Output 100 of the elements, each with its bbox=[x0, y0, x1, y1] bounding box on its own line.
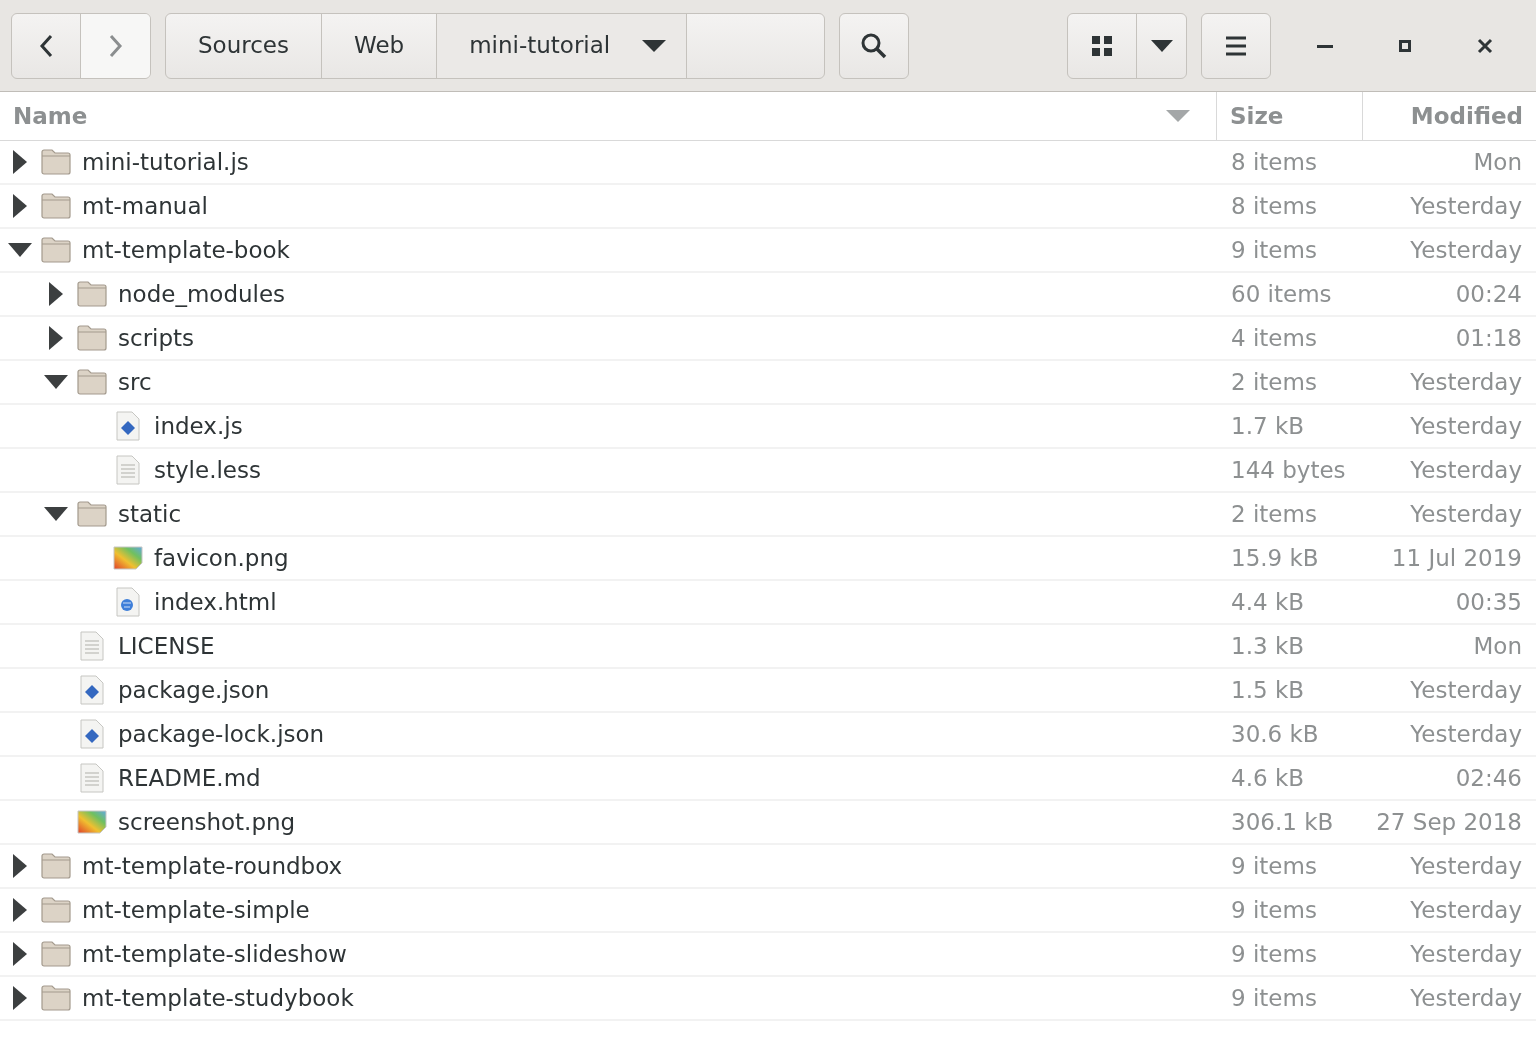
file-name: favicon.png bbox=[154, 543, 289, 573]
script-file-icon bbox=[80, 675, 104, 705]
file-size: 60 items bbox=[1231, 280, 1332, 307]
file-size: 1.7 kB bbox=[1231, 412, 1304, 439]
file-name: mt-template-slideshow bbox=[82, 939, 347, 969]
file-name: LICENSE bbox=[118, 631, 215, 661]
folder-icon bbox=[41, 149, 71, 175]
folder-icon bbox=[41, 897, 71, 923]
expander-icon[interactable] bbox=[13, 898, 27, 922]
expander-icon[interactable] bbox=[44, 375, 68, 389]
file-name: mt-template-studybook bbox=[82, 983, 354, 1013]
file-name: index.js bbox=[154, 411, 243, 441]
file-size: 9 items bbox=[1231, 896, 1317, 923]
grid-icon bbox=[1092, 35, 1112, 56]
folder-icon bbox=[77, 325, 107, 351]
file-name: screenshot.png bbox=[118, 807, 296, 837]
modified-date: Mon bbox=[1473, 148, 1522, 175]
file-name: package-lock.json bbox=[118, 719, 325, 749]
menu-button[interactable] bbox=[1201, 12, 1271, 79]
expander-icon[interactable] bbox=[44, 507, 68, 521]
file-name: node_modules bbox=[118, 279, 286, 309]
script-file-icon bbox=[80, 719, 104, 749]
file-size: 2 items bbox=[1231, 368, 1317, 395]
folder-icon bbox=[41, 237, 71, 263]
file-size: 8 items bbox=[1231, 192, 1317, 219]
file-name: src bbox=[118, 367, 152, 397]
modified-date: Yesterday bbox=[1410, 720, 1522, 747]
file-size: 30.6 kB bbox=[1231, 720, 1319, 747]
file-size: 9 items bbox=[1231, 852, 1317, 879]
file-name: index.html bbox=[154, 587, 277, 617]
expander-icon[interactable] bbox=[13, 854, 27, 878]
text-file-icon bbox=[80, 631, 104, 661]
file-name: package.json bbox=[118, 675, 270, 705]
modified-date: 00:24 bbox=[1455, 280, 1522, 307]
file-name: mt-manual bbox=[82, 191, 208, 221]
text-file-icon bbox=[80, 763, 104, 793]
file-name: style.less bbox=[154, 455, 261, 485]
modified-date: 02:46 bbox=[1455, 764, 1522, 791]
expander-icon[interactable] bbox=[8, 243, 32, 257]
expander-icon[interactable] bbox=[13, 194, 27, 218]
expander-icon[interactable] bbox=[49, 326, 63, 350]
modified-date: Yesterday bbox=[1410, 896, 1522, 923]
folder-icon bbox=[41, 193, 71, 219]
modified-date: 11 Jul 2019 bbox=[1391, 544, 1522, 571]
expander-icon[interactable] bbox=[13, 942, 27, 966]
menu-icon bbox=[1226, 35, 1246, 56]
file-size: 1.3 kB bbox=[1231, 632, 1304, 659]
file-size: 9 items bbox=[1231, 940, 1317, 967]
close-icon bbox=[1477, 37, 1493, 54]
modified-date: Yesterday bbox=[1410, 412, 1522, 439]
modified-date: Yesterday bbox=[1410, 500, 1522, 527]
modified-date: 27 Sep 2018 bbox=[1376, 808, 1522, 835]
file-size: 306.1 kB bbox=[1231, 808, 1334, 835]
folder-icon bbox=[77, 369, 107, 395]
image-file-icon bbox=[77, 810, 107, 834]
folder-icon bbox=[41, 985, 71, 1011]
file-size: 4.6 kB bbox=[1231, 764, 1304, 791]
forward-icon bbox=[108, 33, 123, 58]
image-file-icon bbox=[113, 546, 143, 570]
file-size: 4 items bbox=[1231, 324, 1317, 351]
modified-date: Yesterday bbox=[1410, 456, 1522, 483]
path-button[interactable]: mini-tutorial bbox=[437, 13, 688, 78]
path-button[interactable]: Sources bbox=[166, 13, 322, 78]
file-name: mini-tutorial.js bbox=[82, 147, 249, 177]
search-icon bbox=[860, 31, 888, 60]
caret-icon bbox=[642, 39, 667, 52]
file-size: 15.9 kB bbox=[1231, 544, 1319, 571]
modified-date: Mon bbox=[1473, 632, 1522, 659]
modified-date: Yesterday bbox=[1410, 192, 1522, 219]
modified-date: 01:18 bbox=[1455, 324, 1522, 351]
file-name: mt-template-roundbox bbox=[82, 851, 343, 881]
text-file-icon bbox=[116, 455, 140, 485]
minimize-icon bbox=[1317, 43, 1333, 48]
file-name: mt-template-simple bbox=[82, 895, 310, 925]
folder-icon bbox=[77, 281, 107, 307]
expander-icon[interactable] bbox=[49, 282, 63, 306]
script-file-icon bbox=[116, 411, 140, 441]
maximize-icon bbox=[1399, 39, 1411, 52]
modified-date: Yesterday bbox=[1410, 940, 1522, 967]
file-size: 1.5 kB bbox=[1231, 676, 1304, 703]
file-size: 9 items bbox=[1231, 984, 1317, 1011]
file-size: 8 items bbox=[1231, 148, 1317, 175]
modified-date: Yesterday bbox=[1410, 368, 1522, 395]
expander-icon[interactable] bbox=[13, 986, 27, 1010]
folder-icon bbox=[77, 501, 107, 527]
file-size: 144 bytes bbox=[1231, 456, 1346, 483]
expander-icon[interactable] bbox=[13, 150, 27, 174]
modified-date: Yesterday bbox=[1410, 676, 1522, 703]
file-name: README.md bbox=[118, 763, 261, 793]
file-size: 4.4 kB bbox=[1231, 588, 1304, 615]
back-icon bbox=[39, 33, 53, 58]
file-name: static bbox=[118, 499, 182, 529]
modified-date: Yesterday bbox=[1410, 852, 1522, 879]
file-size: 9 items bbox=[1231, 236, 1317, 263]
file-name: scripts bbox=[118, 323, 195, 353]
folder-icon bbox=[41, 853, 71, 879]
modified-date: Yesterday bbox=[1410, 984, 1522, 1011]
search-button[interactable] bbox=[839, 12, 909, 79]
file-name: mt-template-book bbox=[82, 235, 290, 265]
web-file-icon bbox=[116, 587, 140, 617]
